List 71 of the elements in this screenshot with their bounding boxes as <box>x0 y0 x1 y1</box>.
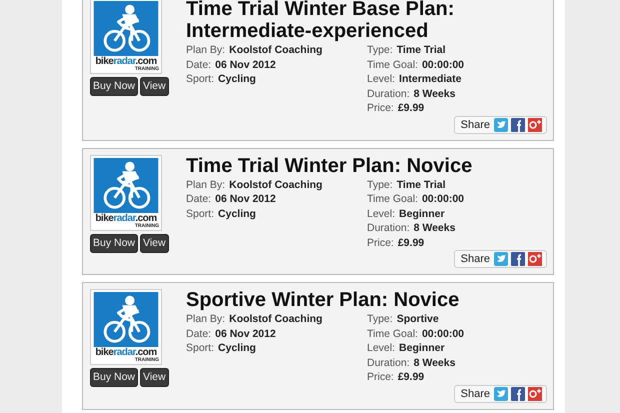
f-icon[interactable] <box>511 386 525 400</box>
f-icon[interactable] <box>511 118 525 132</box>
field-value: Koolstof Coaching <box>229 43 322 58</box>
field-label: Date: <box>186 58 212 72</box>
share-label: Share <box>460 252 490 266</box>
field-value: 00:00:00 <box>422 326 464 341</box>
field-value: £9.99 <box>398 370 424 384</box>
field-label: Price: <box>367 370 394 384</box>
field-label: Duration: <box>367 221 410 236</box>
plan-title: Time Trial Winter Base Plan: Intermediate-experienced <box>186 0 456 42</box>
field-value: 8 Weeks <box>414 221 456 236</box>
plus-icon[interactable] <box>528 252 542 266</box>
field-value: 8 Weeks <box>414 356 456 370</box>
logo-wordmark: bikeradar.com <box>95 56 157 67</box>
field-label: Price: <box>367 101 394 116</box>
field-label: Type: <box>367 43 393 58</box>
field-label: Duration: <box>367 86 410 101</box>
plan-title: Sportive Winter Plan: Novice <box>186 289 460 311</box>
field-label: Date: <box>186 326 212 341</box>
cyclist-icon <box>93 158 159 212</box>
field-value: Beginner <box>399 206 445 221</box>
field-value: 8 Weeks <box>414 86 456 101</box>
field-value: Time Trial <box>396 178 446 192</box>
plan-button[interactable]: Buy Now <box>90 368 138 387</box>
field-value: 06 Nov 2012 <box>215 192 276 206</box>
field-value: Sportive <box>396 312 439 326</box>
field-label: Plan By: <box>186 312 226 326</box>
field-label: Level: <box>367 72 396 86</box>
plan-button[interactable]: Buy Now <box>90 77 138 96</box>
cyclist-icon <box>93 292 159 347</box>
f-icon[interactable] <box>511 252 525 266</box>
field-value: 00:00:00 <box>422 192 464 206</box>
field-label: Sport: <box>186 341 214 356</box>
field-label: Price: <box>367 236 394 250</box>
plan-title: Time Trial Winter Plan: Novice <box>186 154 474 176</box>
field-label: Plan By: <box>186 178 226 192</box>
plan-button[interactable]: View <box>140 234 169 252</box>
field-value: 00:00:00 <box>422 58 464 72</box>
field-value: Beginner <box>399 341 445 356</box>
field-label: Date: <box>186 192 212 206</box>
share-label: Share <box>460 118 490 132</box>
field-value: Cycling <box>218 341 256 356</box>
logo-wordmark: bikeradar.com <box>95 212 157 224</box>
field-label: Type: <box>367 178 393 192</box>
field-value: 06 Nov 2012 <box>215 58 276 72</box>
field-label: Type: <box>367 312 393 326</box>
field-value: Intermediate <box>399 72 462 86</box>
plus-icon[interactable] <box>528 118 542 132</box>
field-label: Time Goal: <box>367 192 418 206</box>
field-value: £9.99 <box>398 236 424 250</box>
field-value: Cycling <box>218 206 256 221</box>
plan-button[interactable]: View <box>140 368 169 387</box>
plan-button[interactable]: Buy Now <box>90 234 138 252</box>
field-value: Time Trial <box>396 43 446 58</box>
field-value: Cycling <box>218 72 256 86</box>
field-label: Sport: <box>186 72 214 86</box>
logo-wordmark: bikeradar.com <box>95 347 157 358</box>
field-label: Plan By: <box>186 43 226 58</box>
field-label: Time Goal: <box>367 326 418 341</box>
field-label: Level: <box>367 206 396 221</box>
plus-icon[interactable] <box>528 386 542 400</box>
field-label: Time Goal: <box>367 58 418 72</box>
field-value: Koolstof Coaching <box>229 178 322 192</box>
field-value: £9.99 <box>398 101 424 116</box>
field-label: Sport: <box>186 206 214 221</box>
field-label: Level: <box>367 341 396 356</box>
plan-button[interactable]: View <box>140 77 169 96</box>
field-label: Duration: <box>367 356 410 370</box>
field-value: 06 Nov 2012 <box>215 326 276 341</box>
field-value: Koolstof Coaching <box>229 312 322 326</box>
share-label: Share <box>460 386 490 400</box>
